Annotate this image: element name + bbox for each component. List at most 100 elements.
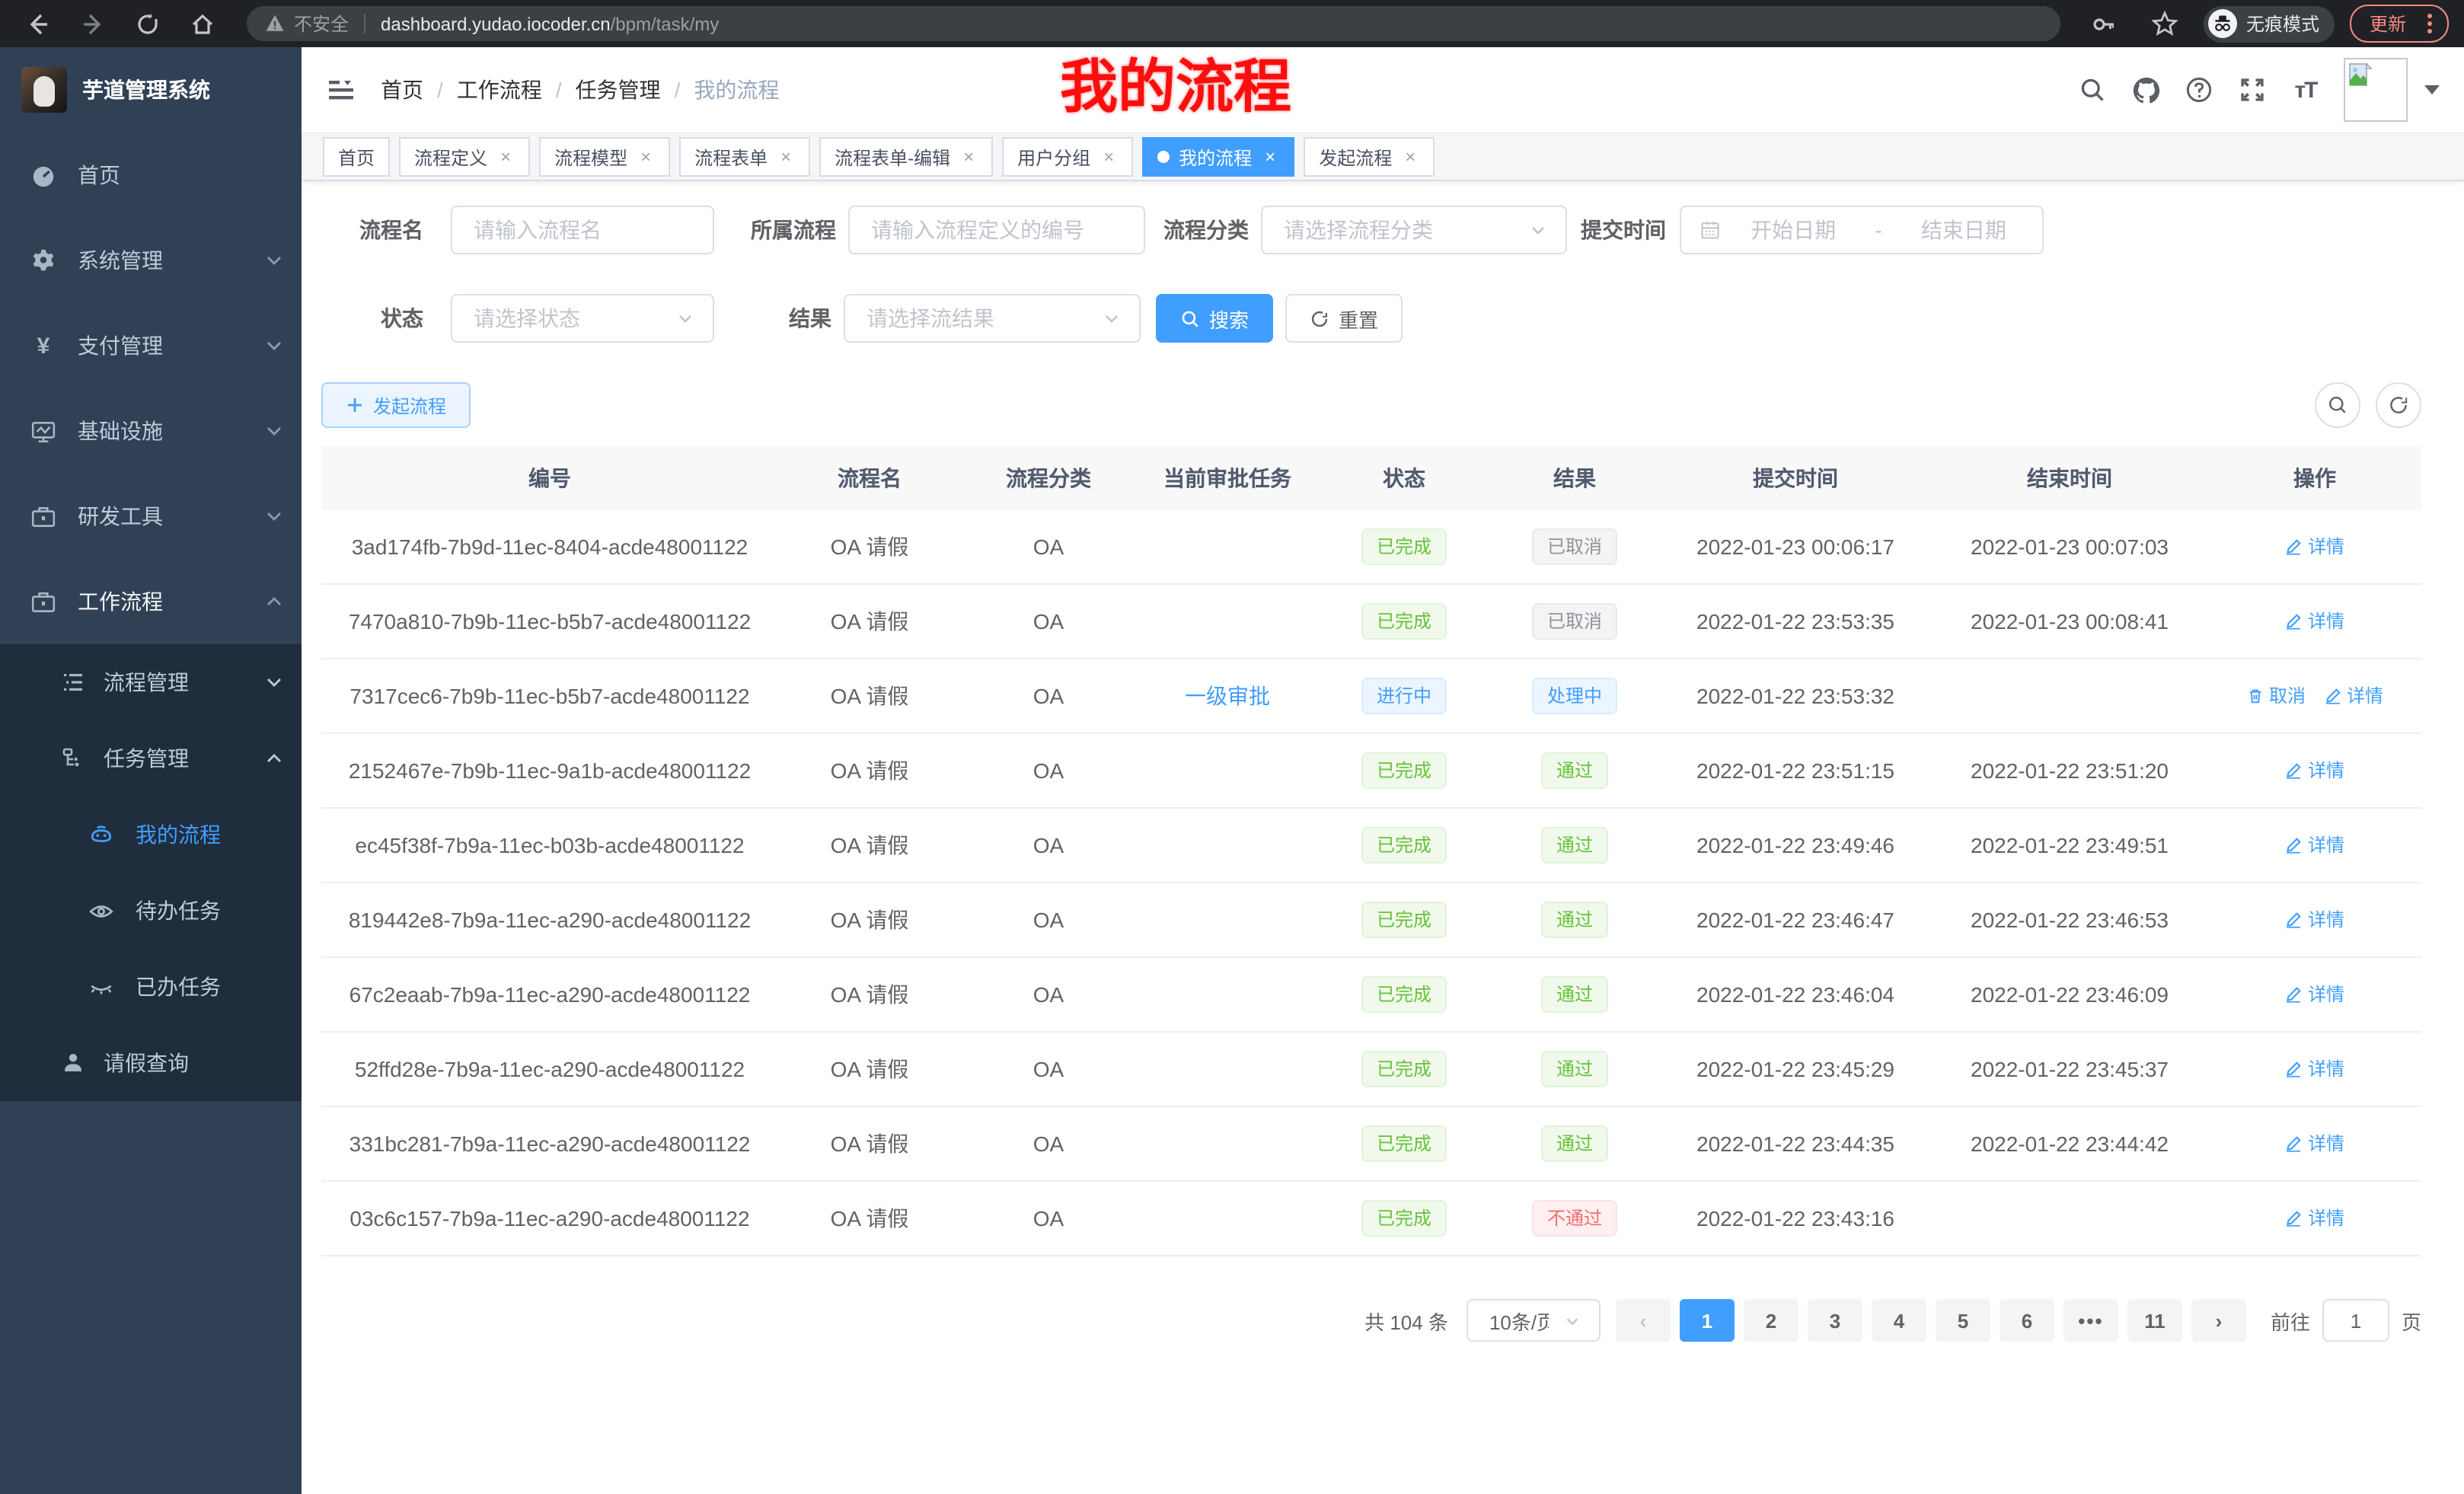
result-select[interactable] <box>844 294 1141 343</box>
reset-button[interactable]: 重置 <box>1285 294 1403 343</box>
date-range-picker[interactable]: - <box>1680 206 2044 254</box>
avatar-caret-icon[interactable] <box>2424 85 2440 94</box>
cell-result: 已取消 <box>1489 584 1660 659</box>
cell-end-time: 2022-01-23 00:07:03 <box>1931 510 2208 584</box>
tab-流程定义[interactable]: 流程定义× <box>399 137 530 177</box>
page-3[interactable]: 3 <box>1808 1299 1862 1342</box>
github-icon[interactable] <box>2130 75 2161 105</box>
page-2[interactable]: 2 <box>1744 1299 1799 1342</box>
end-date-input[interactable] <box>1904 216 2024 244</box>
tab-用户分组[interactable]: 用户分组× <box>1002 137 1133 177</box>
search-button[interactable]: 搜索 <box>1156 294 1273 343</box>
main-area: 我的流程 首页 / 工作流程 / 任务管理 / 我的流程 <box>302 47 2464 1494</box>
next-page-icon[interactable]: › <box>2191 1299 2246 1342</box>
detail-action-link[interactable]: 详情 <box>2285 1131 2344 1157</box>
category-select[interactable] <box>1261 206 1567 254</box>
cell-id: 52ffd28e-7b9a-11ec-a290-acde48001122 <box>321 1032 778 1106</box>
sidebar-item-task-mgmt[interactable]: 任务管理 <box>0 720 302 796</box>
tab-流程表单-编辑[interactable]: 流程表单-编辑× <box>819 137 993 177</box>
sidebar-item-workflow[interactable]: 工作流程 <box>0 559 302 644</box>
cell-category: OA <box>961 659 1136 733</box>
cell-category: OA <box>961 883 1136 957</box>
tab-发起流程[interactable]: 发起流程× <box>1304 137 1435 177</box>
page-6[interactable]: 6 <box>2000 1299 2054 1342</box>
breadcrumb-task-mgmt[interactable]: 任务管理 <box>576 75 661 105</box>
refresh-icon[interactable] <box>2376 382 2421 428</box>
avatar[interactable] <box>2344 58 2408 122</box>
fullscreen-icon[interactable] <box>2237 75 2268 105</box>
detail-action-link[interactable]: 详情 <box>2285 1205 2344 1231</box>
sidebar-item-my-process[interactable]: 我的流程 <box>0 796 302 873</box>
detail-action-link[interactable]: 详情 <box>2324 683 2383 709</box>
current-task-link[interactable]: 一级审批 <box>1185 684 1270 708</box>
process-definition-input[interactable] <box>848 206 1145 254</box>
show-search-icon[interactable] <box>2315 382 2360 428</box>
close-tab-icon[interactable]: × <box>637 146 655 168</box>
page-1[interactable]: 1 <box>1680 1299 1735 1342</box>
detail-action-link[interactable]: 详情 <box>2285 1056 2344 1082</box>
page-size-select[interactable] <box>1467 1299 1601 1342</box>
close-tab-icon[interactable]: × <box>777 146 795 168</box>
address-bar[interactable]: 不安全 dashboard.yudao.iocoder.cn/bpm/task/… <box>247 6 2060 41</box>
detail-action-link[interactable]: 详情 <box>2285 982 2344 1007</box>
app-logo-row[interactable]: 芋道管理系统 <box>0 47 302 132</box>
sidebar-item-todo-tasks[interactable]: 待办任务 <box>0 873 302 949</box>
sidebar-item-system[interactable]: 系统管理 <box>0 218 302 303</box>
result-badge: 处理中 <box>1532 678 1617 714</box>
forward-icon[interactable] <box>70 5 116 42</box>
sidebar-item-home[interactable]: 首页 <box>0 132 302 218</box>
close-tab-icon[interactable]: × <box>1100 146 1118 168</box>
sidebar-item-devtools[interactable]: 研发工具 <box>0 474 302 559</box>
chrome-menu-icon[interactable] <box>2418 14 2441 34</box>
start-process-button[interactable]: 发起流程 <box>321 382 471 428</box>
help-icon[interactable] <box>2184 75 2214 105</box>
table-row: 331bc281-7b9a-11ec-a290-acde48001122OA 请… <box>321 1106 2421 1181</box>
close-tab-icon[interactable]: × <box>1261 146 1279 168</box>
breadcrumb-workflow[interactable]: 工作流程 <box>457 75 542 105</box>
tab-我的流程[interactable]: 我的流程× <box>1142 137 1294 177</box>
detail-action-link[interactable]: 详情 <box>2285 832 2344 858</box>
status-badge: 已完成 <box>1361 1200 1447 1237</box>
font-size-icon[interactable]: ᴛT <box>2290 75 2321 105</box>
cell-actions: 详情 <box>2208 1181 2421 1256</box>
page-11[interactable]: 11 <box>2127 1299 2182 1342</box>
home-icon[interactable] <box>180 5 225 42</box>
goto-page-input[interactable] <box>2322 1299 2389 1342</box>
cell-process-name: OA 请假 <box>778 659 961 733</box>
status-select[interactable] <box>451 294 714 343</box>
cell-category: OA <box>961 1181 1136 1256</box>
breadcrumb-home[interactable]: 首页 <box>381 75 423 105</box>
update-button[interactable]: 更新 <box>2350 5 2449 43</box>
bookmark-star-icon[interactable] <box>2143 5 2188 42</box>
back-icon[interactable] <box>15 5 61 42</box>
detail-action-link[interactable]: 详情 <box>2285 758 2344 784</box>
sidebar-item-done-tasks[interactable]: 已办任务 <box>0 949 302 1025</box>
cell-category: OA <box>961 1106 1136 1181</box>
start-date-input[interactable] <box>1733 216 1853 244</box>
tab-流程表单[interactable]: 流程表单× <box>679 137 810 177</box>
tab-流程模型[interactable]: 流程模型× <box>539 137 670 177</box>
cell-current-task <box>1136 733 1319 808</box>
page-4[interactable]: 4 <box>1872 1299 1926 1342</box>
sidebar-item-infra[interactable]: 基础设施 <box>0 388 302 474</box>
prev-page-icon[interactable]: ‹ <box>1616 1299 1671 1342</box>
detail-action-link[interactable]: 详情 <box>2285 534 2344 560</box>
close-tab-icon[interactable]: × <box>959 146 978 168</box>
sidebar-item-process-mgmt[interactable]: 流程管理 <box>0 644 302 720</box>
cancel-action-link[interactable]: 取消 <box>2246 683 2306 709</box>
sidebar-fold-icon[interactable] <box>326 75 356 105</box>
tab-首页[interactable]: 首页 <box>323 137 390 177</box>
status-badge: 已完成 <box>1361 827 1447 864</box>
page-5[interactable]: 5 <box>1936 1299 1990 1342</box>
more-pages-icon[interactable]: ••• <box>2063 1299 2118 1342</box>
reload-icon[interactable] <box>125 5 171 42</box>
key-icon[interactable] <box>2082 5 2127 42</box>
detail-action-link[interactable]: 详情 <box>2285 907 2344 933</box>
close-tab-icon[interactable]: × <box>496 146 515 168</box>
sidebar-item-leave-query[interactable]: 请假查询 <box>0 1025 302 1101</box>
process-name-input[interactable] <box>451 206 714 254</box>
sidebar-item-payment[interactable]: ¥ 支付管理 <box>0 303 302 388</box>
detail-action-link[interactable]: 详情 <box>2285 608 2344 634</box>
close-tab-icon[interactable]: × <box>1401 146 1419 168</box>
search-icon[interactable] <box>2077 75 2108 105</box>
